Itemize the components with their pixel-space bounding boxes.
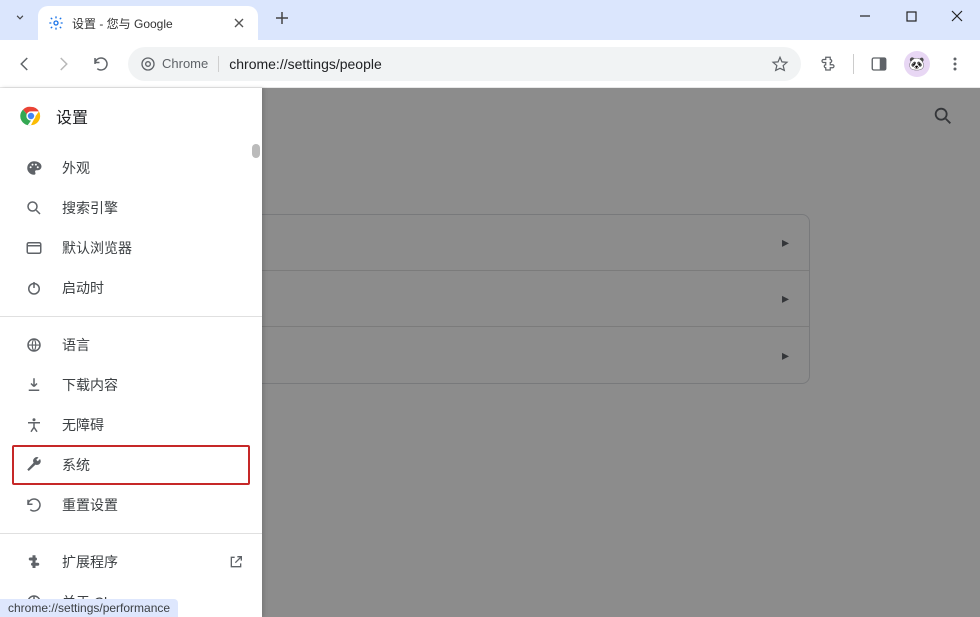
close-icon [234, 18, 244, 28]
kebab-icon [947, 56, 963, 72]
chevron-right-icon: ▸ [782, 234, 789, 251]
sidebar-item-label: 语言 [62, 335, 90, 355]
tab-close-button[interactable] [230, 14, 248, 32]
accessibility-icon [24, 415, 44, 435]
browser-toolbar: Chrome chrome://settings/people 🐼 [0, 40, 980, 88]
sidebar-item-system[interactable]: 系统 [12, 445, 250, 485]
sidebar-item-label: 外观 [62, 158, 90, 178]
sidebar-nav-list: 外观 搜索引擎 默认浏览器 启动时 语言 [0, 144, 262, 617]
sidebar-item-label: 无障碍 [62, 415, 104, 435]
tab-title: 设置 - 您与 Google [72, 15, 222, 32]
toolbar-divider [853, 54, 854, 74]
link-status-hint: chrome://settings/performance [0, 599, 178, 617]
omnibox-url: chrome://settings/people [229, 56, 382, 72]
tab-search-button[interactable] [6, 3, 34, 31]
nav-forward-button[interactable] [46, 47, 80, 81]
sidebar-item-default-browser[interactable]: 默认浏览器 [0, 228, 262, 268]
puzzle-icon [24, 552, 44, 572]
gear-icon [48, 15, 64, 31]
chevron-down-icon [13, 10, 27, 24]
chrome-logo-icon [20, 105, 42, 127]
sidebar-item-extensions[interactable]: 扩展程序 [0, 542, 262, 582]
reload-icon [92, 55, 110, 73]
scrollbar-up-arrow[interactable] [252, 144, 260, 158]
panel-row[interactable]: ▸ [171, 215, 809, 271]
download-icon [24, 375, 44, 395]
sidebar-item-search-engine[interactable]: 搜索引擎 [0, 188, 262, 228]
external-link-icon [228, 554, 244, 570]
window-maximize-button[interactable] [888, 0, 934, 32]
settings-search-button[interactable] [926, 99, 960, 133]
avatar-icon: 🐼 [904, 51, 930, 77]
omnibox-chip-label: Chrome [162, 56, 208, 71]
plus-icon [275, 11, 289, 25]
window-titlebar: 设置 - 您与 Google [0, 0, 980, 40]
browser-tab[interactable]: 设置 - 您与 Google [38, 6, 258, 40]
omnibox-site-chip[interactable]: Chrome [140, 56, 219, 72]
puzzle-icon [819, 55, 837, 73]
star-icon [771, 55, 789, 73]
window-close-button[interactable] [934, 0, 980, 32]
chevron-right-icon: ▸ [782, 290, 789, 307]
page-viewport: ▸ gle 服务 ▸ ▸ 设置 外观 [0, 88, 980, 617]
side-panel-button[interactable] [862, 47, 896, 81]
search-icon [932, 105, 954, 127]
sidebar-item-label: 重置设置 [62, 495, 118, 515]
sidebar-item-label: 搜索引擎 [62, 198, 118, 218]
window-controls [842, 0, 980, 40]
profile-button[interactable]: 🐼 [900, 47, 934, 81]
globe-icon [24, 335, 44, 355]
sidebar-divider [0, 533, 262, 534]
chevron-right-icon: ▸ [782, 347, 789, 364]
sidebar-item-appearance[interactable]: 外观 [0, 148, 262, 188]
arrow-right-icon [54, 55, 72, 73]
sidebar-item-languages[interactable]: 语言 [0, 325, 262, 365]
sidebar-item-accessibility[interactable]: 无障碍 [0, 405, 262, 445]
sidebar-title: 设置 [56, 104, 88, 128]
panel-row[interactable]: ▸ [171, 327, 809, 383]
window-minimize-button[interactable] [842, 0, 888, 32]
nav-back-button[interactable] [8, 47, 42, 81]
minimize-icon [859, 10, 871, 22]
extensions-button[interactable] [811, 47, 845, 81]
power-icon [24, 278, 44, 298]
sidepanel-icon [870, 55, 888, 73]
sidebar-item-reset[interactable]: 重置设置 [0, 485, 262, 525]
settings-panel: ▸ gle 服务 ▸ ▸ [170, 214, 810, 384]
restore-icon [24, 495, 44, 515]
arrow-left-icon [16, 55, 34, 73]
maximize-icon [906, 11, 917, 22]
nav-reload-button[interactable] [84, 47, 118, 81]
sidebar-header: 设置 [0, 88, 262, 144]
sidebar-item-label: 默认浏览器 [62, 238, 132, 258]
sidebar-item-label: 扩展程序 [62, 552, 118, 572]
sidebar-item-label: 启动时 [62, 278, 104, 298]
sidebar-scrollbar[interactable] [252, 144, 260, 617]
sidebar-item-downloads[interactable]: 下载内容 [0, 365, 262, 405]
browser-window-icon [24, 238, 44, 258]
chrome-logo-icon [140, 56, 156, 72]
sidebar-item-label: 系统 [62, 455, 90, 475]
sidebar-item-label: 下载内容 [62, 375, 118, 395]
wrench-icon [24, 455, 44, 475]
settings-sidebar: 设置 外观 搜索引擎 默认浏览器 启动时 [0, 88, 262, 617]
panel-row-services[interactable]: gle 服务 ▸ [171, 271, 809, 327]
new-tab-button[interactable] [268, 4, 296, 32]
palette-icon [24, 158, 44, 178]
sidebar-item-on-startup[interactable]: 启动时 [0, 268, 262, 308]
bookmark-button[interactable] [771, 55, 789, 73]
close-icon [951, 10, 963, 22]
omnibox[interactable]: Chrome chrome://settings/people [128, 47, 801, 81]
sidebar-divider [0, 316, 262, 317]
search-icon [24, 198, 44, 218]
chrome-menu-button[interactable] [938, 47, 972, 81]
